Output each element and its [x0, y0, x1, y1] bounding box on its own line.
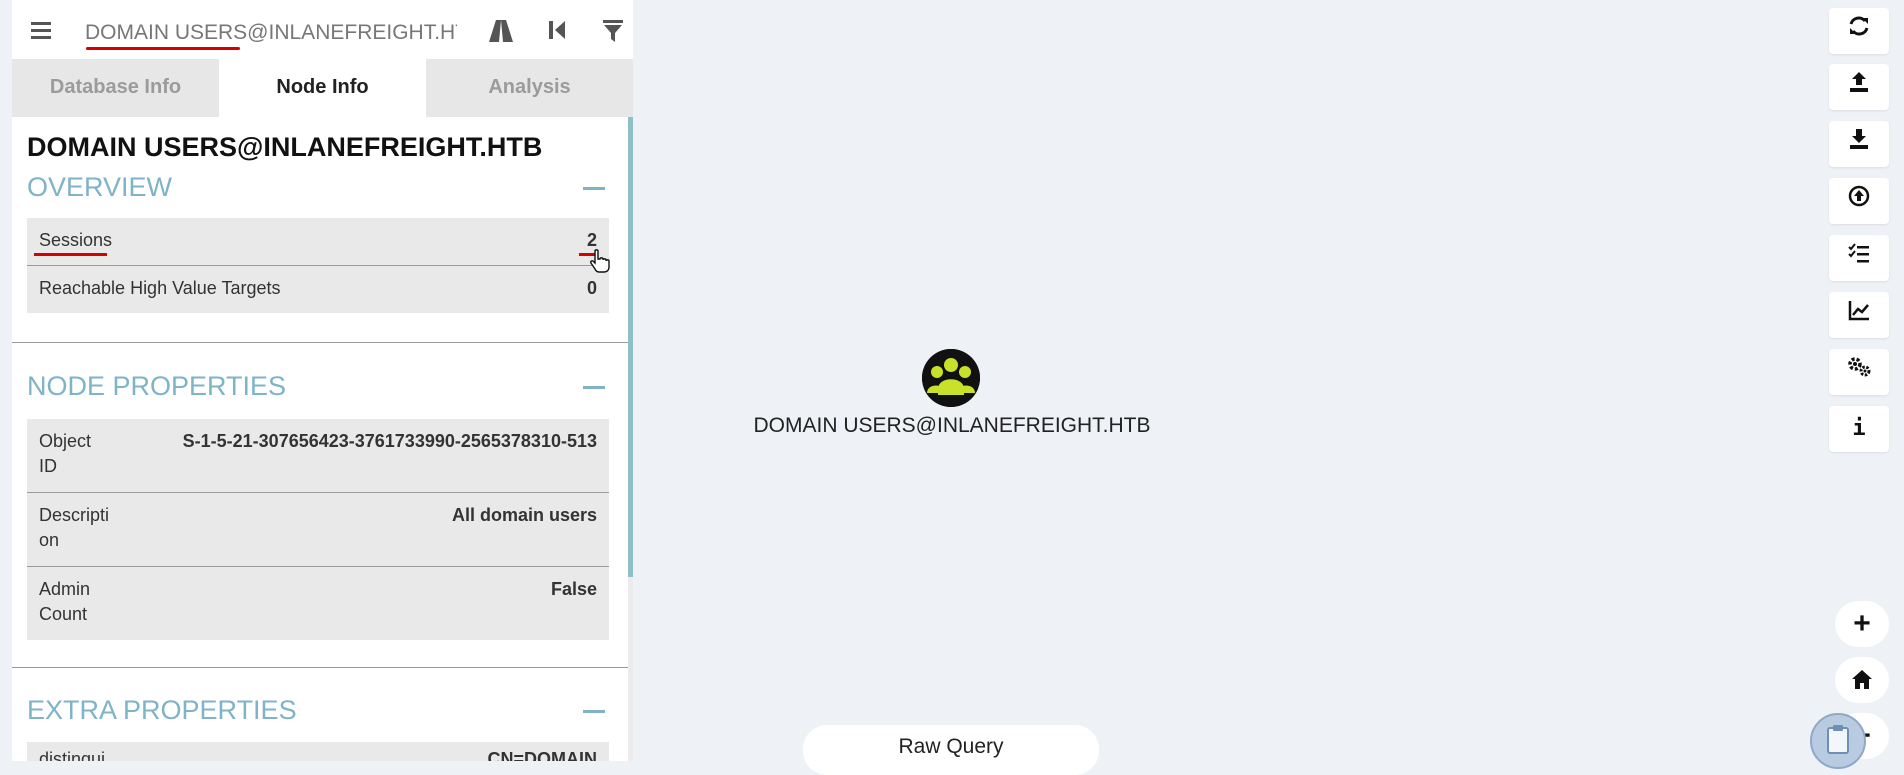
menu-icon[interactable]	[27, 19, 55, 47]
back-icon[interactable]	[543, 19, 571, 47]
group-node[interactable]	[922, 349, 980, 407]
upload-data-button[interactable]	[1829, 178, 1889, 224]
tab-database-info[interactable]: Database Info	[12, 59, 219, 117]
info-button[interactable]: i	[1829, 406, 1889, 452]
extra-properties-section-header[interactable]: EXTRA PROPERTIES	[27, 695, 609, 729]
import-icon	[1850, 129, 1868, 149]
node-properties-table: Object ID S-1-5-21-307656423-3761733990-…	[27, 419, 609, 640]
home-icon	[1852, 670, 1872, 689]
overview-row-sessions[interactable]: Sessions 2	[27, 218, 609, 266]
extra-properties-table: distingui CN=DOMAIN	[27, 742, 609, 761]
extra-property-row[interactable]: distingui CN=DOMAIN	[27, 742, 609, 761]
node-property-row-description[interactable]: Description All domain users	[27, 493, 609, 567]
chart-icon	[1848, 301, 1869, 321]
overview-section-header[interactable]: OVERVIEW	[27, 172, 609, 206]
node-property-row-object-id[interactable]: Object ID S-1-5-21-307656423-3761733990-…	[27, 419, 609, 493]
tab-node-info[interactable]: Node Info	[219, 59, 426, 117]
collapse-overview-icon[interactable]	[581, 172, 607, 202]
row-key: Object ID	[39, 431, 92, 476]
node-info-content: DOMAIN USERS@INLANEFREIGHT.HTB OVERVIEW …	[12, 117, 628, 761]
row-key: distingui	[39, 749, 106, 761]
search-highlight-underline	[86, 47, 240, 50]
export-graph-button[interactable]	[1829, 64, 1889, 110]
extra-properties-title: EXTRA PROPERTIES	[27, 695, 297, 725]
clipboard-icon	[1827, 725, 1849, 754]
row-value[interactable]: CN=DOMAIN	[487, 747, 597, 761]
overview-title: OVERVIEW	[27, 172, 173, 202]
node-label[interactable]: DOMAIN USERS@INLANEFREIGHT.HTB	[720, 414, 1184, 438]
import-graph-button[interactable]	[1829, 121, 1889, 167]
row-key: Sessions	[39, 230, 113, 250]
refresh-icon	[1849, 16, 1869, 36]
zoom-home-button[interactable]	[1835, 657, 1889, 703]
node-properties-title: NODE PROPERTIES	[27, 371, 287, 401]
row-value[interactable]: False	[551, 577, 597, 602]
collapse-extra-properties-icon[interactable]	[581, 695, 607, 725]
zoom-in-button[interactable]: +	[1835, 601, 1889, 647]
filter-icon[interactable]	[599, 19, 627, 47]
settings-icon	[1848, 357, 1871, 377]
info-icon: i	[1852, 416, 1866, 441]
row-value[interactable]: S-1-5-21-307656423-3761733990-2565378310…	[183, 429, 597, 454]
row-value[interactable]: 0	[587, 276, 597, 301]
row-value[interactable]: All domain users	[452, 503, 597, 528]
section-divider	[12, 342, 628, 343]
plus-icon: +	[1853, 607, 1871, 640]
hand-pointer-icon	[587, 248, 613, 274]
upload-icon	[1848, 185, 1870, 207]
checklist-icon	[1848, 243, 1869, 263]
statistics-button[interactable]	[1829, 292, 1889, 338]
settings-button[interactable]	[1829, 349, 1889, 395]
export-icon	[1850, 72, 1868, 92]
collapse-node-properties-icon[interactable]	[581, 371, 607, 401]
section-divider	[12, 667, 628, 668]
row-key: Admin Count	[39, 579, 91, 624]
search-input[interactable]	[85, 19, 457, 47]
sessions-highlight-underline	[34, 253, 107, 256]
node-info-panel: Database Info Node Info Analysis DOMAIN …	[12, 0, 633, 761]
overview-table: Sessions 2 Reachable High Value Targets …	[27, 218, 609, 313]
row-key: Reachable High Value Targets	[39, 278, 281, 298]
panel-scrollbar-thumb[interactable]	[628, 117, 633, 577]
group-icon	[922, 349, 980, 407]
node-property-row-admin-count[interactable]: Admin Count False	[27, 567, 609, 640]
panel-tabs: Database Info Node Info Analysis	[12, 59, 633, 117]
node-title: DOMAIN USERS@INLANEFREIGHT.HTB	[27, 132, 543, 162]
node-properties-section-header[interactable]: NODE PROPERTIES	[27, 371, 609, 405]
tab-analysis[interactable]: Analysis	[426, 59, 633, 117]
search-bar	[12, 5, 633, 60]
row-key: Description	[39, 505, 110, 550]
pathfinding-icon[interactable]	[487, 19, 515, 47]
raw-query-toggle[interactable]: Raw Query	[803, 725, 1099, 775]
overview-row-reachable-high-value-targets[interactable]: Reachable High Value Targets 0	[27, 266, 609, 313]
refresh-button[interactable]	[1829, 8, 1889, 54]
queries-button[interactable]	[1829, 235, 1889, 281]
